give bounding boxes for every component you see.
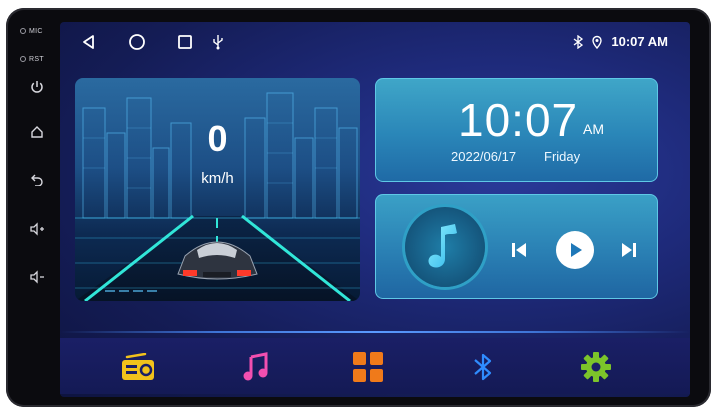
volume-down-icon (30, 270, 44, 284)
next-icon (622, 243, 636, 257)
usb-icon (213, 35, 223, 50)
next-button[interactable] (618, 239, 640, 261)
back-icon (31, 174, 43, 186)
clock-time: 10:07 (458, 94, 579, 146)
power-button[interactable] (28, 78, 46, 96)
previous-button[interactable] (508, 239, 530, 261)
nav-recents-button[interactable] (174, 32, 196, 52)
music-disc[interactable] (405, 207, 485, 287)
music-card[interactable] (375, 194, 658, 299)
radio-icon (122, 353, 154, 380)
mic-label: MIC (20, 28, 43, 35)
home-icon (31, 126, 43, 138)
location-icon (592, 35, 603, 49)
previous-icon (512, 243, 526, 257)
dock-bluetooth-button[interactable] (465, 350, 501, 384)
dock-radio-button[interactable] (120, 350, 156, 384)
divider-glow (60, 331, 690, 333)
volume-down-button[interactable] (28, 268, 46, 286)
status-bar: 10:07 AM (60, 22, 690, 62)
apps-grid-icon (353, 352, 383, 382)
nav-back-button[interactable] (78, 32, 100, 52)
speedometer-card[interactable]: 0 km/h (75, 78, 360, 301)
clock-card[interactable]: 10:07 AM 2022/06/17 Friday (375, 78, 658, 182)
settings-gear-icon (581, 352, 611, 382)
speed-unit: km/h (201, 170, 234, 187)
dock-apps-button[interactable] (350, 350, 386, 384)
back-button[interactable] (28, 170, 46, 188)
music-icon (243, 352, 268, 381)
home-circle-icon (129, 34, 145, 50)
bluetooth-icon (474, 353, 492, 381)
play-icon (571, 243, 582, 257)
volume-up-button[interactable] (28, 220, 46, 238)
screen: 10:07 AM 0 km/h 10:07 AM 2022/06/17 Frid… (60, 22, 690, 397)
usb-status (210, 32, 226, 52)
clock-ampm: AM (583, 121, 604, 137)
bluetooth-icon (574, 34, 584, 49)
rst-label: RST (20, 56, 44, 63)
nav-home-button[interactable] (126, 32, 148, 52)
speed-value: 0 (207, 118, 228, 159)
power-icon (31, 81, 43, 93)
dock-settings-button[interactable] (578, 350, 614, 384)
home-button[interactable] (28, 123, 46, 141)
status-right: 10:07 AM (573, 34, 668, 49)
volume-up-icon (30, 222, 44, 236)
recents-square-icon (178, 35, 192, 49)
status-time: 10:07 AM (611, 34, 668, 49)
clock-day: Friday (544, 149, 581, 164)
play-button[interactable] (556, 231, 594, 269)
app-dock (60, 338, 690, 394)
hardware-bezel: MIC RST (6, 8, 58, 407)
clock-date: 2022/06/17 (451, 149, 517, 164)
dock-music-button[interactable] (237, 350, 273, 384)
city-road-scene (75, 92, 360, 301)
music-note-icon (428, 224, 457, 268)
back-triangle-icon (83, 35, 94, 49)
